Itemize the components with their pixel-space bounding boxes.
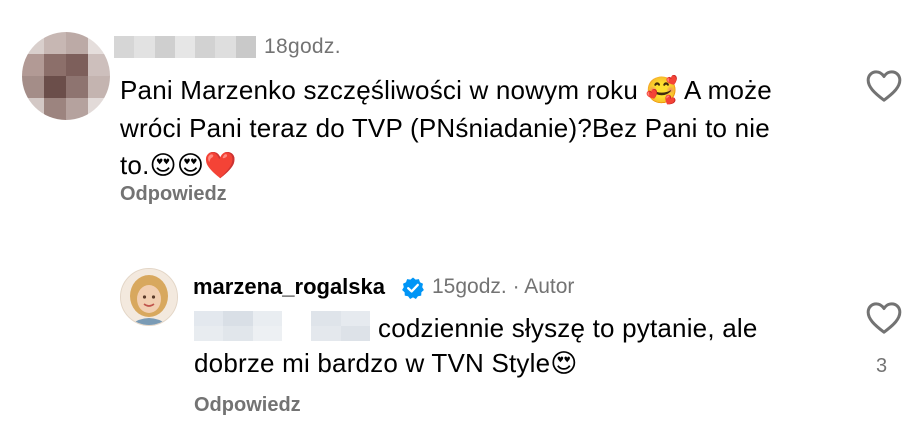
- reply-button[interactable]: Odpowiedz: [194, 394, 301, 417]
- mentioned-user-blurred[interactable]: [194, 311, 370, 341]
- heart-outline-icon[interactable]: [864, 66, 904, 106]
- comment-timestamp: 18godz.: [264, 35, 341, 58]
- commenter-avatar-blurred[interactable]: [22, 32, 110, 120]
- comment-timestamp-author: 15godz. · Autor: [432, 275, 575, 298]
- author-avatar[interactable]: [120, 268, 178, 326]
- reply-text-line1: codziennie słyszę to pytanie, ale: [378, 313, 758, 343]
- commenter-username-blurred[interactable]: [114, 36, 256, 58]
- smiling-face-with-hearts-emoji: 🥰: [645, 76, 679, 106]
- comment-text: Pani Marzenko szczęśliwości w nowym roku…: [120, 75, 772, 181]
- like-count: 3: [876, 355, 888, 377]
- heart-eyes-emoji: 😍: [550, 349, 578, 379]
- author-username[interactable]: marzena_rogalska: [193, 274, 385, 300]
- reply-button[interactable]: Odpowiedz: [120, 183, 227, 206]
- reply-text-line2: dobrze mi bardzo w TVN Style😍: [194, 348, 578, 379]
- verified-badge-icon: [401, 276, 425, 300]
- heart-outline-icon[interactable]: [864, 298, 904, 338]
- heart-eyes-emoji-group: 😍😍❤️: [149, 151, 237, 181]
